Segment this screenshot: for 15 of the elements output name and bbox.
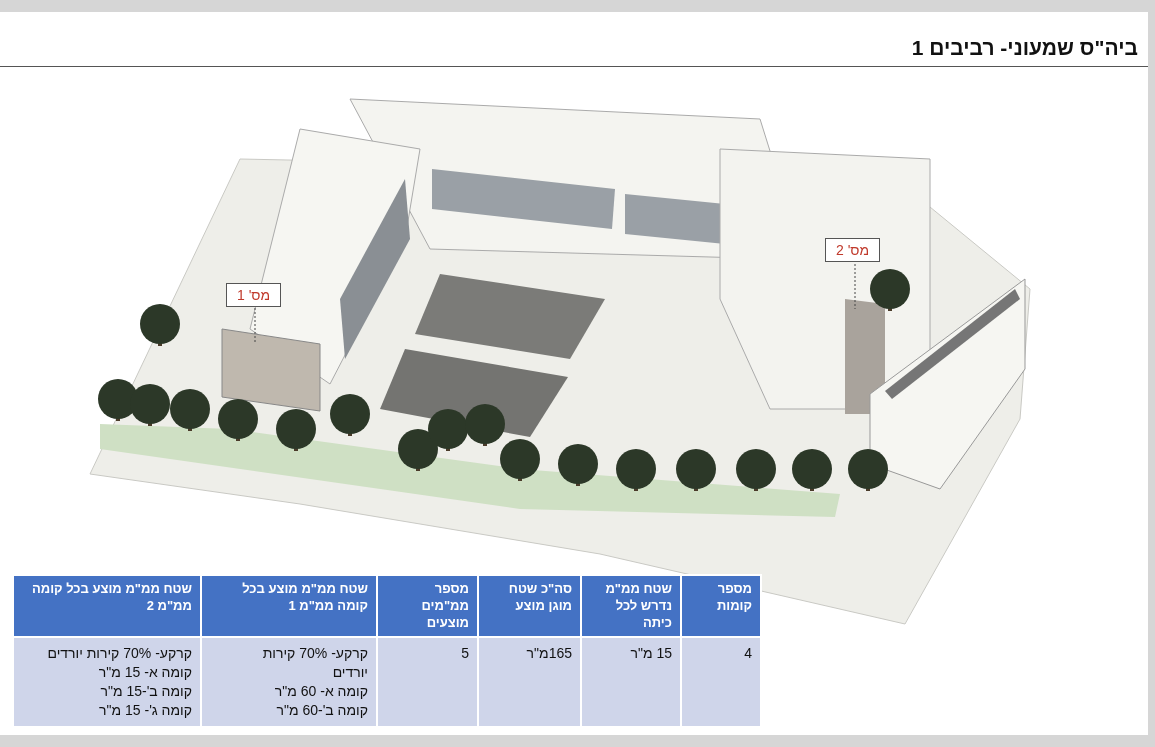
column-header: מספר קומות <box>681 574 761 638</box>
column-header: סה"כ שטח מוגן מוצע <box>478 574 581 638</box>
slide-title: ביה"ס שמעוני- רביבים 1 <box>911 36 1138 60</box>
callout-label: מס' 1 <box>226 283 282 307</box>
table-cell: קרקע- 70% קירות יורדים קומה א- 60 מ"ר קומה ב'-60 מ"ר <box>201 637 377 727</box>
table-cell: 15 מ"ר <box>581 637 681 727</box>
column-header: שטח ממ"מ מוצע בכל קומה ממ"מ 2 <box>13 574 201 638</box>
column-header: שטח ממ"מ נדרש לכל כיתה <box>581 574 681 638</box>
callout-label: מס' 2 <box>825 238 881 262</box>
column-header: שטח ממ"מ מוצע בכל קומה ממ"מ 1 <box>201 574 377 638</box>
table-cell: 165מ"ר <box>478 637 581 727</box>
table-cell: קרקע- 70% קירות יורדים קומה א- 15 מ"ר קומה ב'-15 מ"ר קומה ג'- 15 מ"ר <box>13 637 201 727</box>
column-header: מספר ממ"מים מוצעים <box>377 574 478 638</box>
table-cell: 5 <box>377 637 478 727</box>
table-cell: 4 <box>681 637 761 727</box>
